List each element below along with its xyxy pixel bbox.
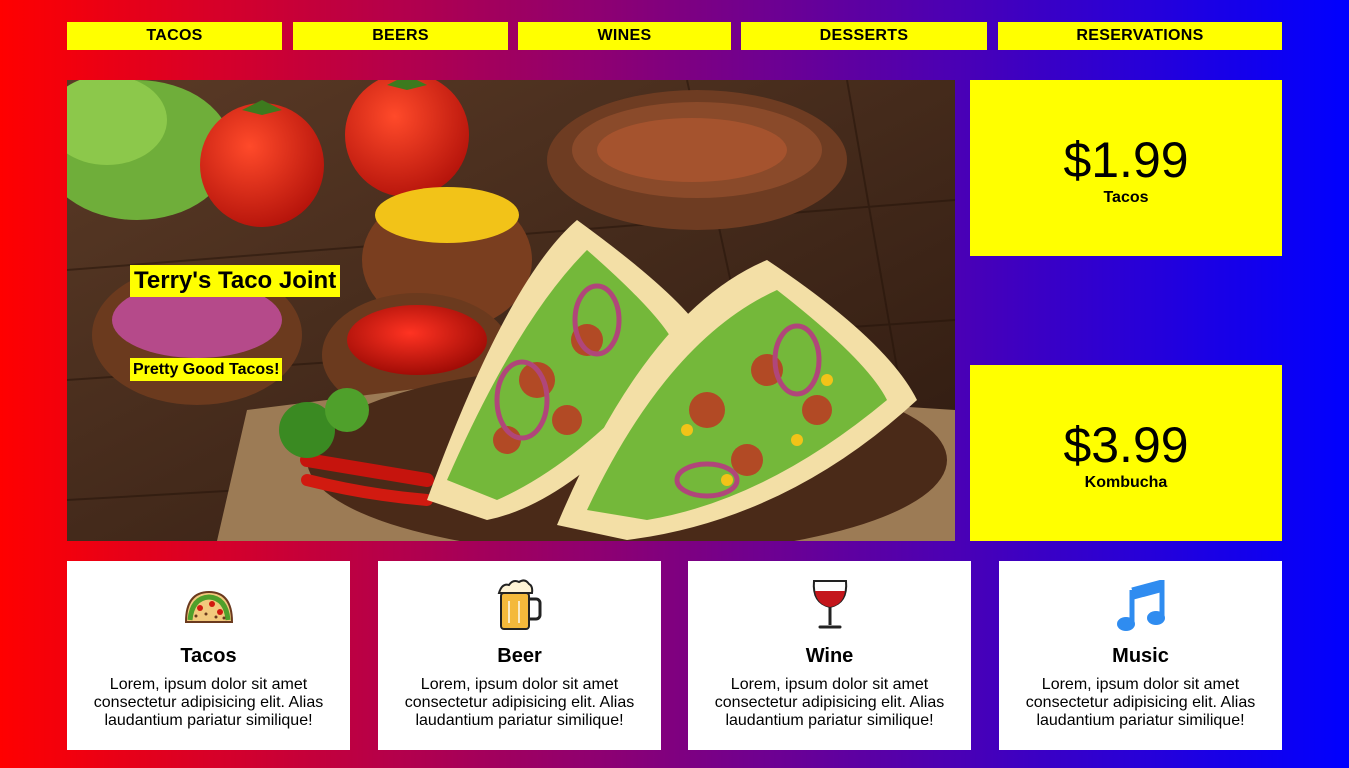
- price-card-kombucha: $3.99 Kombucha: [970, 365, 1282, 541]
- nav-tacos-link[interactable]: TACOS: [67, 22, 282, 50]
- hero-banner: Terry's Taco Joint Pretty Good Tacos!: [67, 80, 955, 541]
- beer-mug-icon: [378, 579, 661, 633]
- feature-card-tacos: Tacos Lorem, ipsum dolor sit amet consec…: [67, 561, 350, 750]
- card-text: Lorem, ipsum dolor sit amet consectetur …: [1025, 676, 1256, 729]
- price-card-tacos: $1.99 Tacos: [970, 80, 1282, 256]
- card-text: Lorem, ipsum dolor sit amet consectetur …: [93, 676, 324, 729]
- main-nav: TACOS BEERS WINES DESSERTS RESERVATIONS: [67, 22, 1282, 50]
- card-text: Lorem, ipsum dolor sit amet consectetur …: [714, 676, 945, 729]
- price-amount: $3.99: [1063, 417, 1189, 473]
- nav-wines-link[interactable]: WINES: [518, 22, 731, 50]
- price-item-label: Kombucha: [1084, 474, 1168, 491]
- feature-card-beer: Beer Lorem, ipsum dolor sit amet consect…: [378, 561, 661, 750]
- price-item-label: Tacos: [1103, 189, 1149, 206]
- feature-card-wine: Wine Lorem, ipsum dolor sit amet consect…: [688, 561, 971, 750]
- card-title: Music: [1112, 645, 1169, 667]
- price-amount: $1.99: [1063, 132, 1189, 188]
- card-title: Wine: [805, 645, 854, 667]
- music-note-icon: [999, 579, 1282, 633]
- card-title: Beer: [497, 645, 542, 667]
- nav-beers-link[interactable]: BEERS: [293, 22, 508, 50]
- hero-tagline: Pretty Good Tacos!: [130, 358, 283, 381]
- taco-icon: [67, 579, 350, 633]
- feature-card-music: Music Lorem, ipsum dolor sit amet consec…: [999, 561, 1282, 750]
- hero-food-image: [67, 80, 955, 541]
- nav-desserts-link[interactable]: DESSERTS: [741, 22, 987, 50]
- card-text: Lorem, ipsum dolor sit amet consectetur …: [404, 676, 635, 729]
- nav-reservations-link[interactable]: RESERVATIONS: [998, 22, 1282, 50]
- wine-glass-icon: [688, 579, 971, 633]
- card-title: Tacos: [180, 645, 237, 667]
- hero-title: Terry's Taco Joint: [130, 265, 341, 297]
